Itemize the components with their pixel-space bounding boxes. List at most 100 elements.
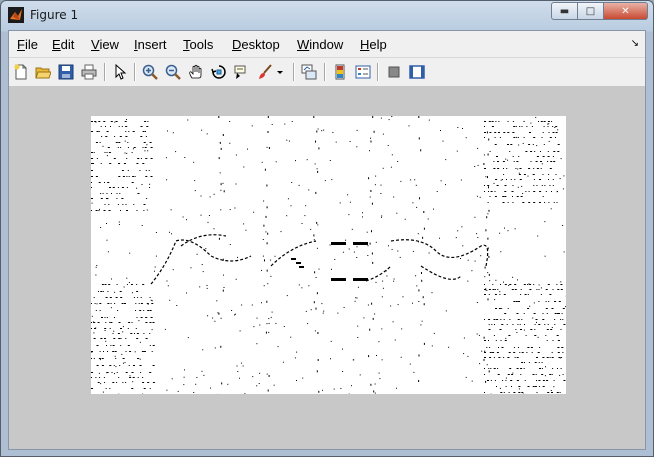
menu-view[interactable]: View [91, 37, 119, 52]
edge-pixel [543, 121, 546, 122]
edge-pixel [262, 255, 264, 257]
edge-pixel [404, 218, 406, 220]
menu-file[interactable]: File [17, 37, 38, 52]
menu-insert[interactable]: Insert [134, 37, 167, 52]
minimize-button[interactable]: ▬ [551, 2, 578, 20]
maximize-button[interactable]: □ [578, 2, 604, 20]
pan-button[interactable] [186, 62, 206, 82]
edge-pixel [125, 382, 127, 383]
edge-pixel [106, 317, 108, 318]
edge-pixel [101, 284, 104, 285]
edge-pixel [356, 246, 358, 248]
edge-pixel [267, 283, 269, 285]
close-button[interactable]: ✕ [604, 2, 648, 20]
brush-icon [259, 64, 272, 79]
edge-pixel [520, 368, 523, 369]
edge-detected-image[interactable] [91, 116, 566, 394]
zoom-in-button[interactable] [140, 62, 160, 82]
menu-window[interactable]: Window [297, 37, 343, 52]
edge-pixel [534, 329, 536, 330]
edge-pixel [508, 392, 510, 393]
edge-pixel [513, 161, 515, 162]
edge-pixel [199, 286, 201, 288]
edge-pixel [146, 198, 148, 199]
menu-tools[interactable]: Tools [183, 37, 213, 52]
edge-pixel [493, 335, 495, 336]
show-plot-tools-icon [409, 65, 425, 79]
menu-insert-label: nsert [137, 37, 167, 52]
edge-pixel [236, 365, 238, 367]
edge-pixel [538, 284, 540, 286]
edge-pixel [150, 147, 153, 148]
edge-pixel [381, 216, 382, 218]
edge-pixel [530, 329, 533, 330]
edge-pixel [214, 347, 216, 349]
menu-edit[interactable]: Edit [52, 37, 74, 52]
save-figure-button[interactable] [56, 62, 76, 82]
edge-pixel [545, 289, 548, 290]
edge-pixel [478, 334, 480, 336]
edge-pixel [335, 141, 337, 143]
zoom-out-button[interactable] [163, 62, 183, 82]
edge-pixel [557, 129, 559, 131]
edge-pixel [486, 347, 488, 348]
open-file-button[interactable] [33, 62, 53, 82]
edge-pixel [125, 338, 127, 339]
edge-pixel [484, 126, 485, 127]
edge-pixel [523, 284, 526, 285]
hide-plot-tools-button[interactable] [384, 62, 404, 82]
new-figure-button[interactable] [11, 62, 31, 82]
menu-desktop[interactable]: Desktop [232, 37, 280, 52]
figure-canvas[interactable] [9, 86, 645, 449]
edge-pixel [263, 285, 265, 287]
edge-pixel [220, 183, 222, 186]
edge-pixel [317, 332, 319, 334]
link-plot-button[interactable] [299, 62, 319, 82]
edge-pixel [294, 357, 296, 359]
insert-colorbar-button[interactable] [330, 62, 350, 82]
edge-pixel [559, 374, 561, 376]
brush-button[interactable] [255, 62, 275, 82]
edge-pixel [420, 149, 422, 152]
edge-pixel [524, 294, 527, 295]
edit-plot-button[interactable] [110, 62, 130, 82]
edge-pixel [121, 187, 124, 188]
insert-legend-button[interactable] [353, 62, 373, 82]
edge-pixel [212, 317, 214, 319]
edge-pixel [538, 386, 540, 387]
edge-pixel [136, 291, 139, 292]
title-bar[interactable]: Figure 1 ▬ □ ✕ [1, 1, 653, 29]
edge-pixel [487, 298, 489, 301]
edge-pixel [474, 166, 476, 167]
edge-pixel [304, 215, 306, 217]
edge-pixel [266, 184, 268, 187]
edge-pixel [108, 210, 111, 211]
brush-dropdown[interactable] [274, 62, 286, 82]
edge-pixel [280, 231, 282, 233]
edge-pixel [510, 144, 513, 145]
edge-pixel [166, 280, 168, 282]
edge-pixel [119, 193, 121, 194]
edge-pixel [503, 357, 505, 358]
edge-pixel [101, 358, 104, 359]
dock-arrow-icon[interactable]: ↘ [631, 38, 639, 49]
menu-help[interactable]: Help [360, 37, 387, 52]
edge-pixel [536, 156, 539, 157]
edge-pixel [386, 275, 388, 277]
edge-pixel [551, 374, 553, 375]
edge-pixel [218, 237, 220, 240]
edge-pixel [518, 156, 520, 157]
edge-pixel [393, 278, 395, 280]
edge-pixel [355, 297, 357, 299]
edge-pixel [147, 310, 150, 311]
edge-pixel [91, 152, 93, 153]
edge-pixel [172, 269, 174, 271]
edge-pixel [270, 316, 272, 318]
edge-pixel [552, 156, 554, 157]
print-figure-button[interactable] [79, 62, 99, 82]
data-cursor-button[interactable] [232, 62, 252, 82]
edge-pixel [381, 359, 383, 361]
show-plot-tools-button[interactable] [407, 62, 427, 82]
edge-pixel [321, 130, 323, 132]
rotate-3d-button[interactable] [209, 62, 229, 82]
